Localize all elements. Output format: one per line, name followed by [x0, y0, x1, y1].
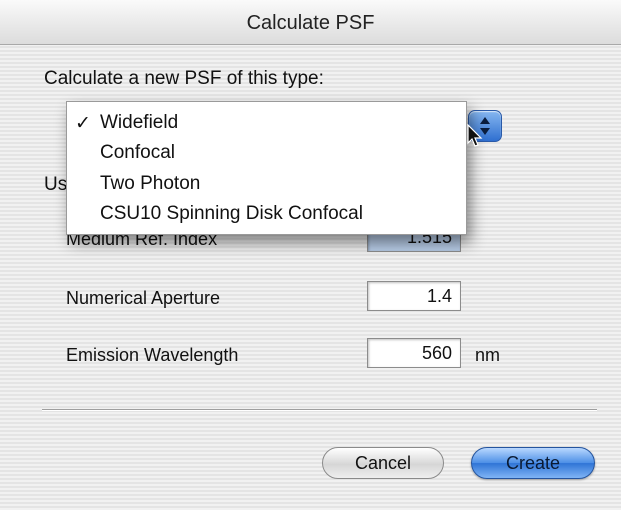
emission-wavelength-label: Emission Wavelength	[66, 345, 239, 365]
menu-item-two-photon[interactable]: Two Photon	[67, 171, 466, 199]
menu-item-label: Two Photon	[100, 173, 201, 194]
menu-item-label: CSU10 Spinning Disk Confocal	[100, 203, 363, 224]
menu-item-widefield[interactable]: ✓ Widefield	[67, 110, 466, 138]
cancel-button[interactable]: Cancel	[322, 447, 444, 479]
divider	[42, 409, 597, 411]
menu-item-csu10-spinning-disk-confocal[interactable]: CSU10 Spinning Disk Confocal	[67, 201, 466, 229]
numerical-aperture-field[interactable]: 1.4	[367, 281, 461, 311]
menu-item-confocal[interactable]: Confocal	[67, 140, 466, 168]
checkmark-icon: ✓	[75, 113, 91, 134]
title-bar: Calculate PSF	[0, 0, 621, 45]
psf-type-dropdown-menu[interactable]: ✓ Widefield Confocal Two Photon CSU10 Sp…	[66, 101, 467, 235]
menu-item-label: Confocal	[100, 142, 175, 163]
cursor-icon	[467, 123, 483, 153]
create-button[interactable]: Create	[471, 447, 595, 479]
psf-type-prompt: Calculate a new PSF of this type:	[44, 68, 324, 89]
emission-wavelength-field[interactable]: 560	[367, 338, 461, 368]
menu-item-label: Widefield	[100, 112, 179, 133]
parameters-label: Us	[44, 174, 68, 195]
window-title: Calculate PSF	[246, 12, 375, 34]
calculate-psf-dialog: Calculate PSF Calculate a new PSF of thi…	[0, 0, 621, 510]
numerical-aperture-label: Numerical Aperture	[66, 288, 221, 308]
emission-wavelength-unit: nm	[475, 345, 501, 365]
